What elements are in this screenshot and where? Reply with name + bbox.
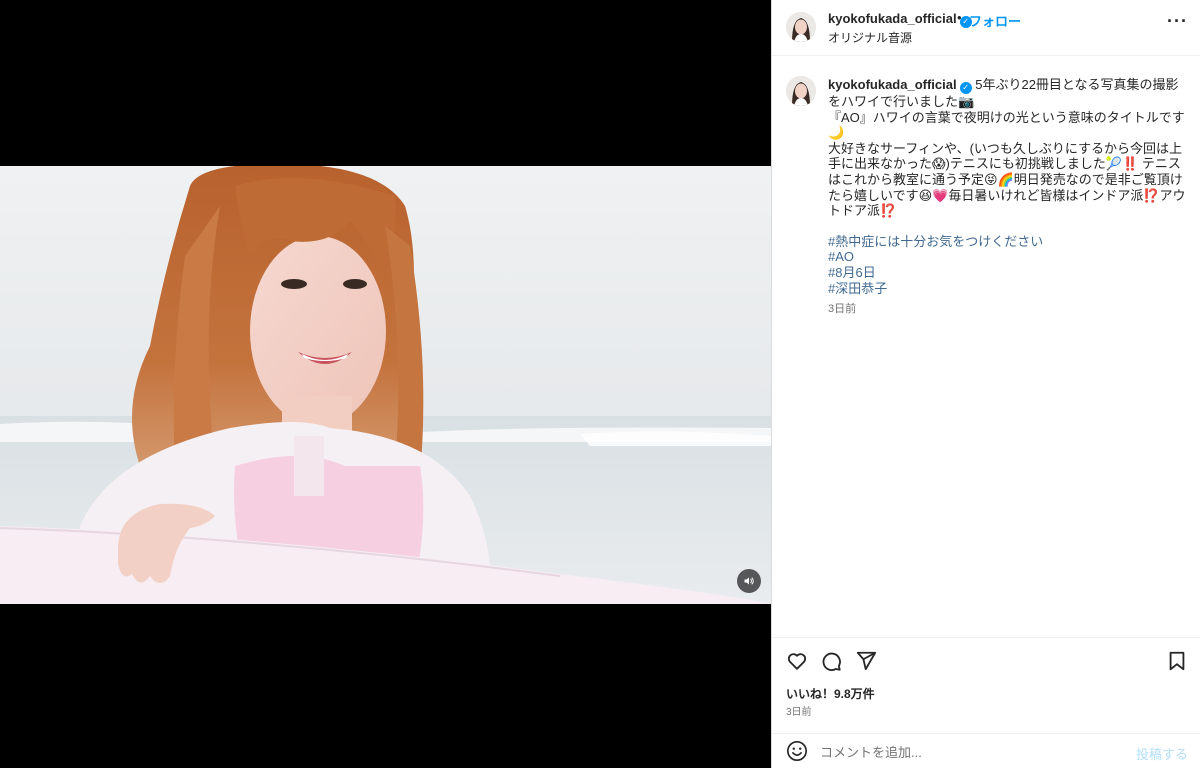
hashtag-link[interactable]: #8月6日 — [828, 265, 1188, 281]
caption-line: 『AO』ハワイの言葉で夜明けの光という意味のタイトルです🌙 — [828, 109, 1185, 141]
caption-timestamp: 3日前 — [828, 303, 857, 316]
post-modal: kyokofukada_official ✓ • フォロー オリジナル音源 ···… — [0, 0, 1200, 768]
comment-bar: 投稿する — [772, 733, 1200, 768]
more-options-icon[interactable]: ··· — [1167, 11, 1188, 32]
caption-avatar[interactable] — [786, 76, 816, 106]
comment-button[interactable] — [820, 650, 842, 677]
heart-icon — [787, 653, 807, 670]
emoji-button[interactable] — [786, 740, 808, 767]
separator-dot: • — [957, 10, 962, 25]
caption-area: kyokofukada_official ✓ 5年ぶり22冊目となる写真集の撮影を… — [772, 60, 1200, 637]
media-panel — [0, 0, 771, 768]
comment-input[interactable] — [820, 741, 1120, 763]
caption-line: 大好きなサーフィンや、(いつも久しぶりにするから今回は上手に出来なかった😱)テニ… — [828, 140, 1186, 219]
post-side-panel: kyokofukada_official ✓ • フォロー オリジナル音源 ···… — [771, 0, 1200, 768]
save-button[interactable] — [1166, 650, 1188, 677]
photo-illustration — [0, 166, 771, 604]
mute-toggle-button[interactable] — [737, 569, 761, 593]
verified-badge-icon: ✓ — [959, 82, 972, 94]
share-icon — [856, 651, 877, 671]
hashtag-link[interactable]: #深田恭子 — [828, 281, 1188, 297]
speaker-icon — [744, 577, 754, 585]
follow-button[interactable]: フォロー — [969, 11, 1021, 30]
comment-icon — [822, 652, 841, 671]
avatar-image — [786, 76, 816, 106]
emoji-icon — [787, 741, 807, 761]
like-button[interactable] — [786, 650, 808, 677]
username-text: kyokofukada_official — [828, 11, 957, 26]
avatar-image — [786, 12, 816, 42]
caption-text-block: kyokofukada_official ✓ 5年ぶり22冊目となる写真集の撮影を… — [828, 77, 1188, 318]
hashtag-list: #熱中症には十分お気をつけください #AO #8月6日 #深田恭子 — [828, 234, 1188, 296]
share-button[interactable] — [855, 650, 877, 677]
post-video[interactable] — [0, 166, 771, 604]
hashtag-link[interactable]: #熱中症には十分お気をつけください — [828, 234, 1188, 250]
audio-link[interactable]: オリジナル音源 — [828, 29, 912, 46]
caption-username[interactable]: kyokofukada_official — [828, 77, 957, 92]
avatar[interactable] — [786, 12, 816, 42]
post-date: 3日前 — [786, 707, 812, 718]
hashtag-link[interactable]: #AO — [828, 249, 1188, 265]
post-header: kyokofukada_official ✓ • フォロー オリジナル音源 ··· — [772, 0, 1200, 56]
action-section: いいね！9.8万件 3日前 投稿する — [772, 637, 1200, 768]
post-comment-button[interactable]: 投稿する — [1136, 744, 1188, 763]
username-link[interactable]: kyokofukada_official ✓ — [828, 11, 972, 28]
bookmark-icon — [1169, 651, 1185, 671]
caption-first-line: kyokofukada_official ✓ 5年ぶり22冊目となる写真集の撮影を… — [828, 77, 1188, 110]
likes-count[interactable]: いいね！9.8万件 — [786, 685, 875, 702]
